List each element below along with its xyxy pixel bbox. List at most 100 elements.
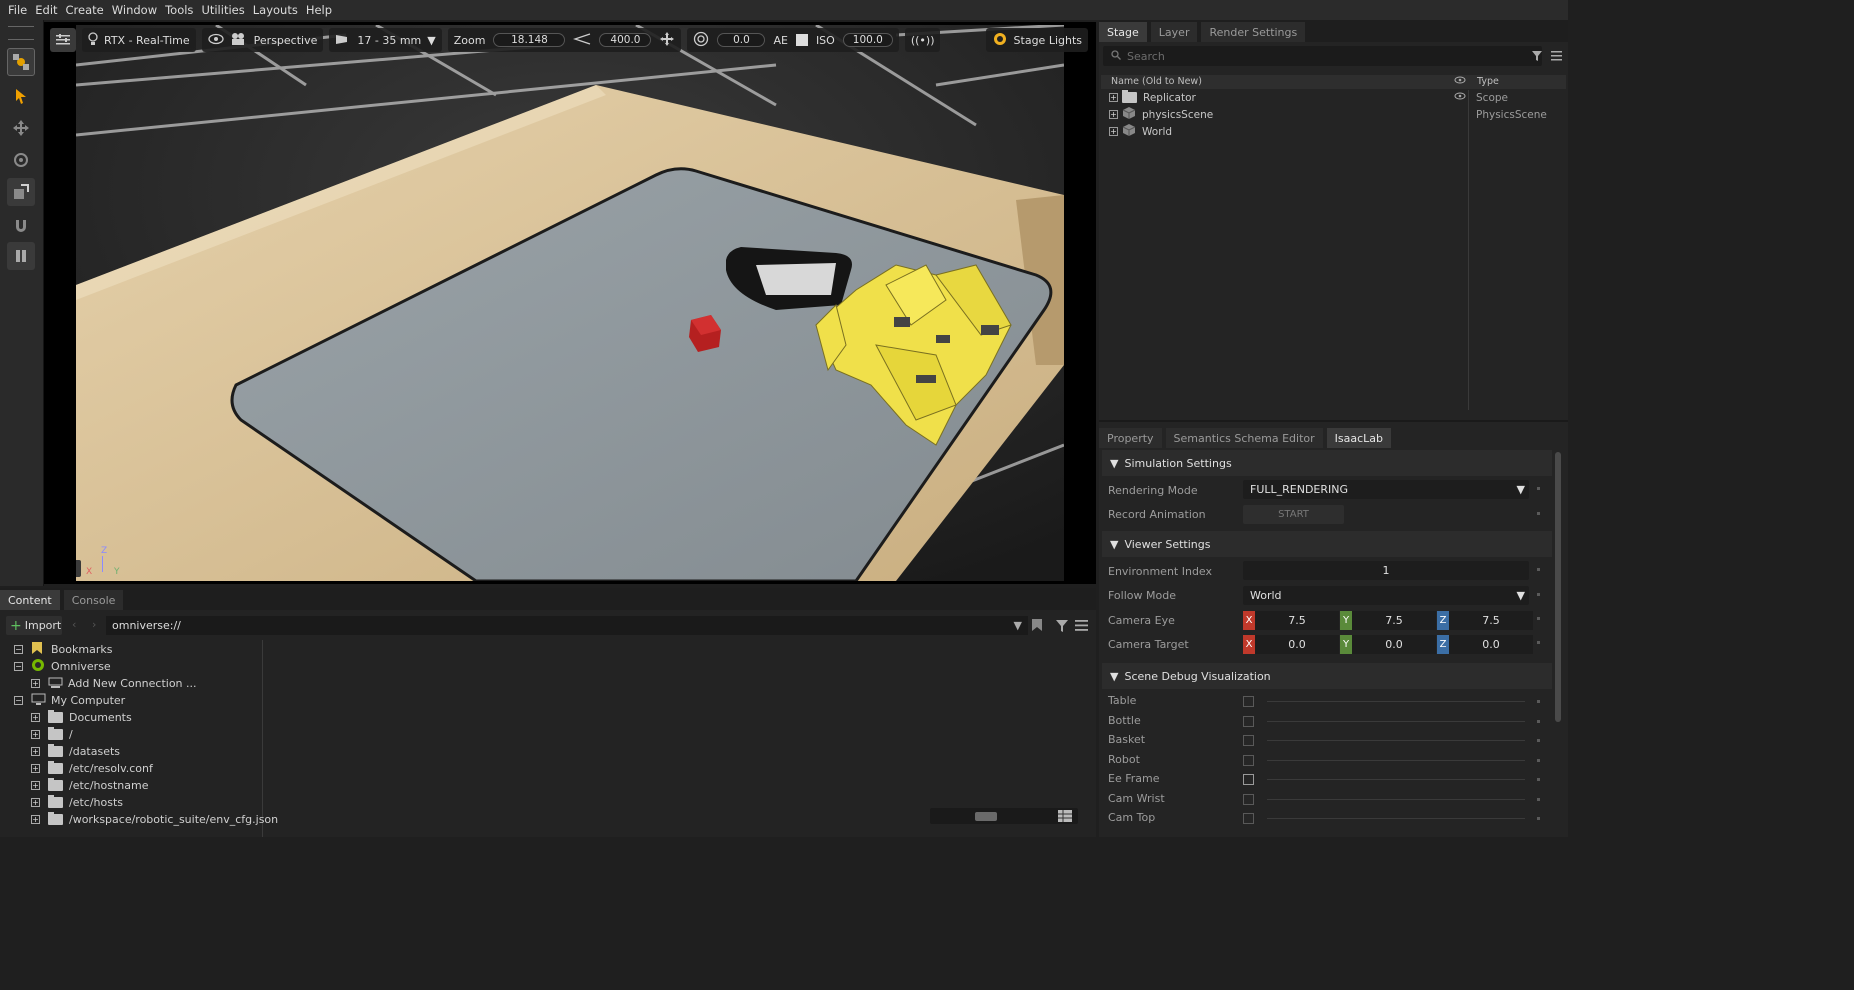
lens-selector[interactable]: 17 - 35 mm ▼ <box>329 28 442 52</box>
expand-icon[interactable]: + <box>31 781 40 790</box>
tab-render-settings[interactable]: Render Settings <box>1201 22 1306 42</box>
expand-icon[interactable]: + <box>31 764 40 773</box>
menu-create[interactable]: Create <box>64 3 106 17</box>
tree-item[interactable]: + Add New Connection ... <box>31 675 197 692</box>
camera-target-y-value[interactable]: 0.0 <box>1352 635 1436 654</box>
expand-icon[interactable]: + <box>31 679 40 688</box>
expand-icon[interactable]: + <box>31 815 40 824</box>
camera-target-y[interactable]: Y 0.0 <box>1340 635 1436 654</box>
zoom-field[interactable]: 18.148 <box>493 33 566 47</box>
col-name-header[interactable]: Name (Old to New) <box>1111 76 1202 87</box>
tree-item[interactable]: − My Computer <box>14 692 125 709</box>
menu-utilities[interactable]: Utilities <box>199 3 246 17</box>
menu-tools[interactable]: Tools <box>163 3 195 17</box>
scene-debug-header[interactable]: ▼ Scene Debug Visualization <box>1102 663 1552 689</box>
camera-eye-x-value[interactable]: 7.5 <box>1255 611 1339 630</box>
tree-item[interactable]: − Omniverse <box>14 658 111 675</box>
tab-semantics-schema[interactable]: Semantics Schema Editor <box>1165 428 1323 448</box>
tab-layer[interactable]: Layer <box>1150 22 1198 42</box>
horizontal-scrollbar[interactable] <box>930 808 1078 824</box>
exposure-field[interactable]: 0.0 <box>717 33 766 47</box>
import-button[interactable]: + Import <box>6 616 62 635</box>
tree-item[interactable]: + /etc/resolv.conf <box>31 760 153 777</box>
camera-eye-z[interactable]: Z 7.5 <box>1437 611 1533 630</box>
viewport-3d[interactable]: Z X Y m <box>76 25 1064 581</box>
lights-selector[interactable]: Stage Lights <box>985 28 1088 52</box>
forward-arrow-icon[interactable]: › <box>92 618 96 631</box>
camera-eye-z-value[interactable]: 7.5 <box>1449 611 1533 630</box>
menu-layouts[interactable]: Layouts <box>251 3 300 17</box>
options-menu-icon[interactable] <box>1551 51 1562 64</box>
renderer-selector[interactable]: RTX - Real-Time <box>82 28 196 52</box>
camera-target-x-value[interactable]: 0.0 <box>1255 635 1339 654</box>
tree-item[interactable]: + Documents <box>31 709 132 726</box>
debug-item-checkbox[interactable] <box>1243 696 1254 707</box>
filter-icon[interactable] <box>1055 619 1069 636</box>
property-scrollbar[interactable] <box>1555 452 1561 722</box>
tab-property[interactable]: Property <box>1099 428 1162 448</box>
camera-target-z-value[interactable]: 0.0 <box>1449 635 1533 654</box>
visibility-icon[interactable] <box>1454 91 1466 104</box>
debug-item-checkbox[interactable] <box>1243 715 1254 727</box>
filter-icon[interactable] <box>1531 50 1543 65</box>
tree-item[interactable]: + / <box>31 726 73 743</box>
rendering-mode-dropdown[interactable]: FULL_RENDERING ▼ <box>1243 480 1529 499</box>
select-arrow-icon[interactable] <box>7 82 35 110</box>
debug-item-checkbox[interactable] <box>1243 793 1254 805</box>
stage-row-world[interactable]: + World <box>1101 123 1566 140</box>
menu-edit[interactable]: Edit <box>33 3 59 17</box>
debug-item-checkbox[interactable] <box>1243 735 1254 746</box>
pause-icon[interactable] <box>7 242 35 270</box>
collapse-icon[interactable]: − <box>14 662 23 671</box>
collapse-icon[interactable]: − <box>14 696 23 705</box>
debug-item-checkbox[interactable] <box>1243 813 1254 824</box>
tree-item[interactable]: + /etc/hosts <box>31 794 123 811</box>
expand-icon[interactable]: + <box>31 747 40 756</box>
menu-window[interactable]: Window <box>110 3 159 17</box>
col-type-header[interactable]: Type <box>1477 76 1499 87</box>
menu-help[interactable]: Help <box>304 3 334 17</box>
units-badge[interactable]: m <box>76 560 81 577</box>
debug-item-checkbox[interactable] <box>1243 754 1254 766</box>
tab-stage[interactable]: Stage <box>1099 22 1147 42</box>
expand-icon[interactable]: + <box>31 730 40 739</box>
tree-item[interactable]: + /workspace/robotic_suite/env_cfg.json <box>31 811 278 828</box>
iso-field[interactable]: 100.0 <box>842 33 893 47</box>
path-input[interactable]: omniverse:// ▼ <box>106 616 1028 635</box>
search-input[interactable]: Search <box>1127 50 1165 63</box>
camera-eye-y-value[interactable]: 7.5 <box>1352 611 1436 630</box>
options-menu-icon[interactable] <box>1075 620 1088 634</box>
snap-magnet-icon[interactable] <box>7 212 35 240</box>
camera-selector[interactable]: Perspective <box>201 28 324 52</box>
expand-icon[interactable]: + <box>1109 93 1118 102</box>
viewport-settings-icon[interactable] <box>50 28 76 52</box>
follow-mode-dropdown[interactable]: World ▼ <box>1243 586 1529 605</box>
broadcast-button[interactable]: ((•)) <box>904 28 941 52</box>
record-start-button[interactable]: START <box>1243 505 1344 524</box>
camera-eye-x[interactable]: X 7.5 <box>1243 611 1339 630</box>
debug-item-checkbox[interactable] <box>1243 774 1254 785</box>
camera-target-z[interactable]: Z 0.0 <box>1437 635 1533 654</box>
tree-item[interactable]: − Bookmarks <box>14 641 112 658</box>
stage-search[interactable]: Search <box>1103 46 1542 66</box>
stage-row-physicsscene[interactable]: + physicsScene PhysicsScene <box>1101 106 1566 123</box>
tab-isaaclab[interactable]: IsaacLab <box>1326 428 1392 448</box>
collapse-icon[interactable]: − <box>14 645 23 654</box>
grid-view-icon[interactable] <box>1058 810 1072 825</box>
expand-icon[interactable]: + <box>1109 127 1118 136</box>
menu-file[interactable]: File <box>6 3 29 17</box>
camera-target-x[interactable]: X 0.0 <box>1243 635 1339 654</box>
stage-row-replicator[interactable]: + Replicator Scope <box>1101 89 1566 106</box>
viewer-settings-header[interactable]: ▼ Viewer Settings <box>1102 531 1552 557</box>
move-icon[interactable] <box>7 114 35 142</box>
bookmark-icon[interactable] <box>1031 618 1043 635</box>
ae-checkbox[interactable] <box>795 34 808 46</box>
expand-icon[interactable]: + <box>1109 110 1118 119</box>
expand-icon[interactable]: + <box>31 713 40 722</box>
navigate-icon[interactable] <box>659 31 675 50</box>
camera-eye-y[interactable]: Y 7.5 <box>1340 611 1436 630</box>
env-index-field[interactable]: 1 <box>1243 561 1529 580</box>
scale-icon[interactable] <box>7 178 35 206</box>
tree-item[interactable]: + /datasets <box>31 743 120 760</box>
tab-content[interactable]: Content <box>0 590 60 610</box>
